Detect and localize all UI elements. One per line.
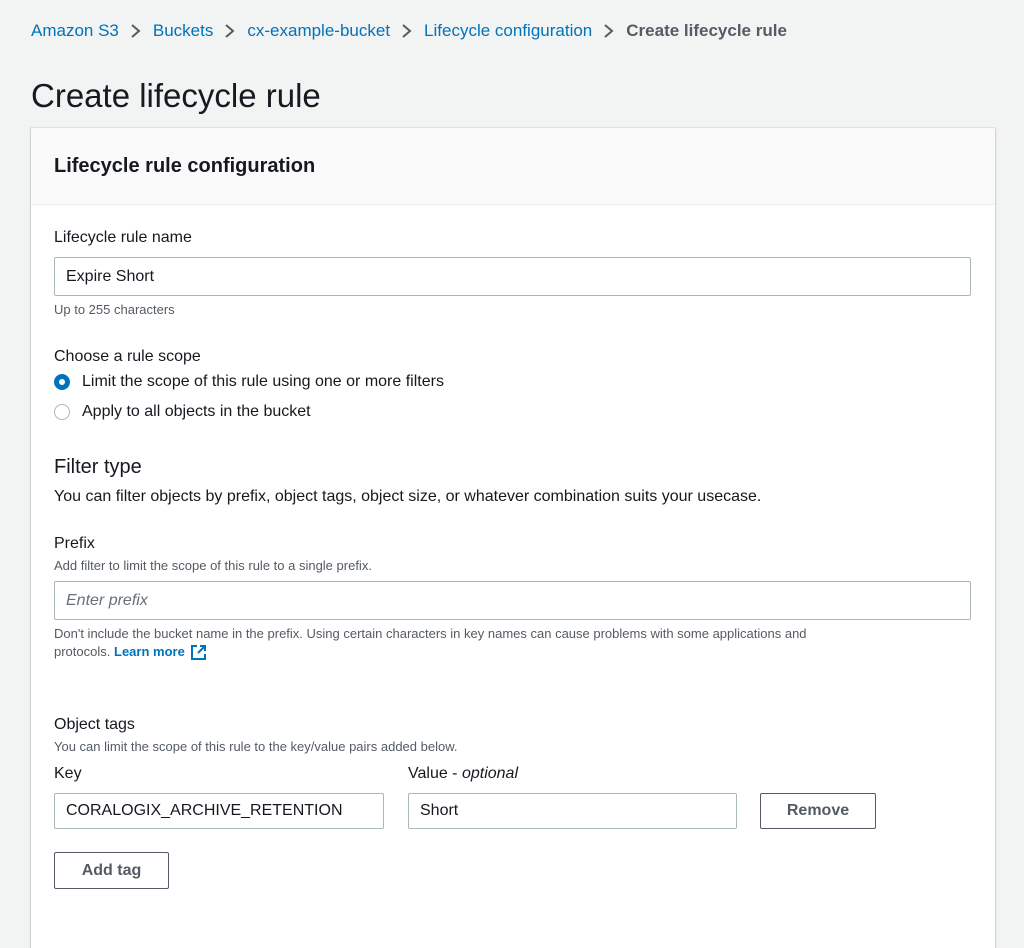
rule-name-hint: Up to 255 characters xyxy=(54,302,175,317)
breadcrumb-amazon-s3[interactable]: Amazon S3 xyxy=(31,20,119,42)
tag-key-input[interactable] xyxy=(54,793,384,829)
scope-option-all-objects[interactable]: Apply to all objects in the bucket xyxy=(54,401,311,423)
object-tags-description: You can limit the scope of this rule to … xyxy=(54,739,458,754)
chevron-right-icon xyxy=(124,20,148,42)
rule-name-input[interactable] xyxy=(54,257,971,296)
tag-value-label-text: Value - xyxy=(408,765,462,782)
scope-option-all-objects-label: Apply to all objects in the bucket xyxy=(82,403,311,420)
rule-scope-label: Choose a rule scope xyxy=(54,348,201,365)
breadcrumb: Amazon S3 Buckets cx-example-bucket Life… xyxy=(31,20,787,42)
radio-button-unchecked[interactable] xyxy=(54,404,70,420)
tag-key-label: Key xyxy=(54,765,82,782)
prefix-input[interactable] xyxy=(54,581,971,620)
prefix-hint-line1: Don't include the bucket name in the pre… xyxy=(54,626,807,641)
tag-value-input[interactable] xyxy=(408,793,737,829)
filter-type-description: You can filter objects by prefix, object… xyxy=(54,488,762,505)
learn-more-label: Learn more xyxy=(114,644,185,659)
chevron-right-icon xyxy=(395,20,419,42)
object-tags-label: Object tags xyxy=(54,716,135,733)
remove-tag-button[interactable]: Remove xyxy=(760,793,876,829)
lifecycle-rule-panel: Lifecycle rule configuration Lifecycle r… xyxy=(31,128,995,948)
add-tag-button[interactable]: Add tag xyxy=(54,852,169,889)
prefix-hint: Don't include the bucket name in the pre… xyxy=(54,625,971,661)
breadcrumb-bucket-name[interactable]: cx-example-bucket xyxy=(247,20,390,42)
prefix-hint-line2-text: protocols. xyxy=(54,644,111,659)
tag-value-optional: optional xyxy=(461,765,518,782)
tag-value-label: Value - optional xyxy=(408,763,518,785)
panel-title: Lifecycle rule configuration xyxy=(54,155,316,177)
scope-option-filters[interactable]: Limit the scope of this rule using one o… xyxy=(54,371,444,393)
prefix-description: Add filter to limit the scope of this ru… xyxy=(54,558,372,573)
breadcrumb-current: Create lifecycle rule xyxy=(626,21,787,40)
chevron-right-icon xyxy=(597,20,621,42)
breadcrumb-buckets[interactable]: Buckets xyxy=(153,20,213,42)
panel-header: Lifecycle rule configuration xyxy=(31,128,995,205)
page-title: Create lifecycle rule xyxy=(31,77,321,114)
scope-option-filters-label: Limit the scope of this rule using one o… xyxy=(82,373,444,390)
breadcrumb-lifecycle-configuration[interactable]: Lifecycle configuration xyxy=(424,20,592,42)
filter-type-title: Filter type xyxy=(54,456,142,478)
chevron-right-icon xyxy=(218,20,242,42)
external-link-icon xyxy=(190,644,207,661)
rule-name-label: Lifecycle rule name xyxy=(54,229,192,246)
prefix-hint-line2: protocols. Learn more xyxy=(54,643,971,661)
learn-more-link[interactable]: Learn more xyxy=(114,643,207,661)
radio-button-checked[interactable] xyxy=(54,374,70,390)
prefix-label: Prefix xyxy=(54,535,95,552)
